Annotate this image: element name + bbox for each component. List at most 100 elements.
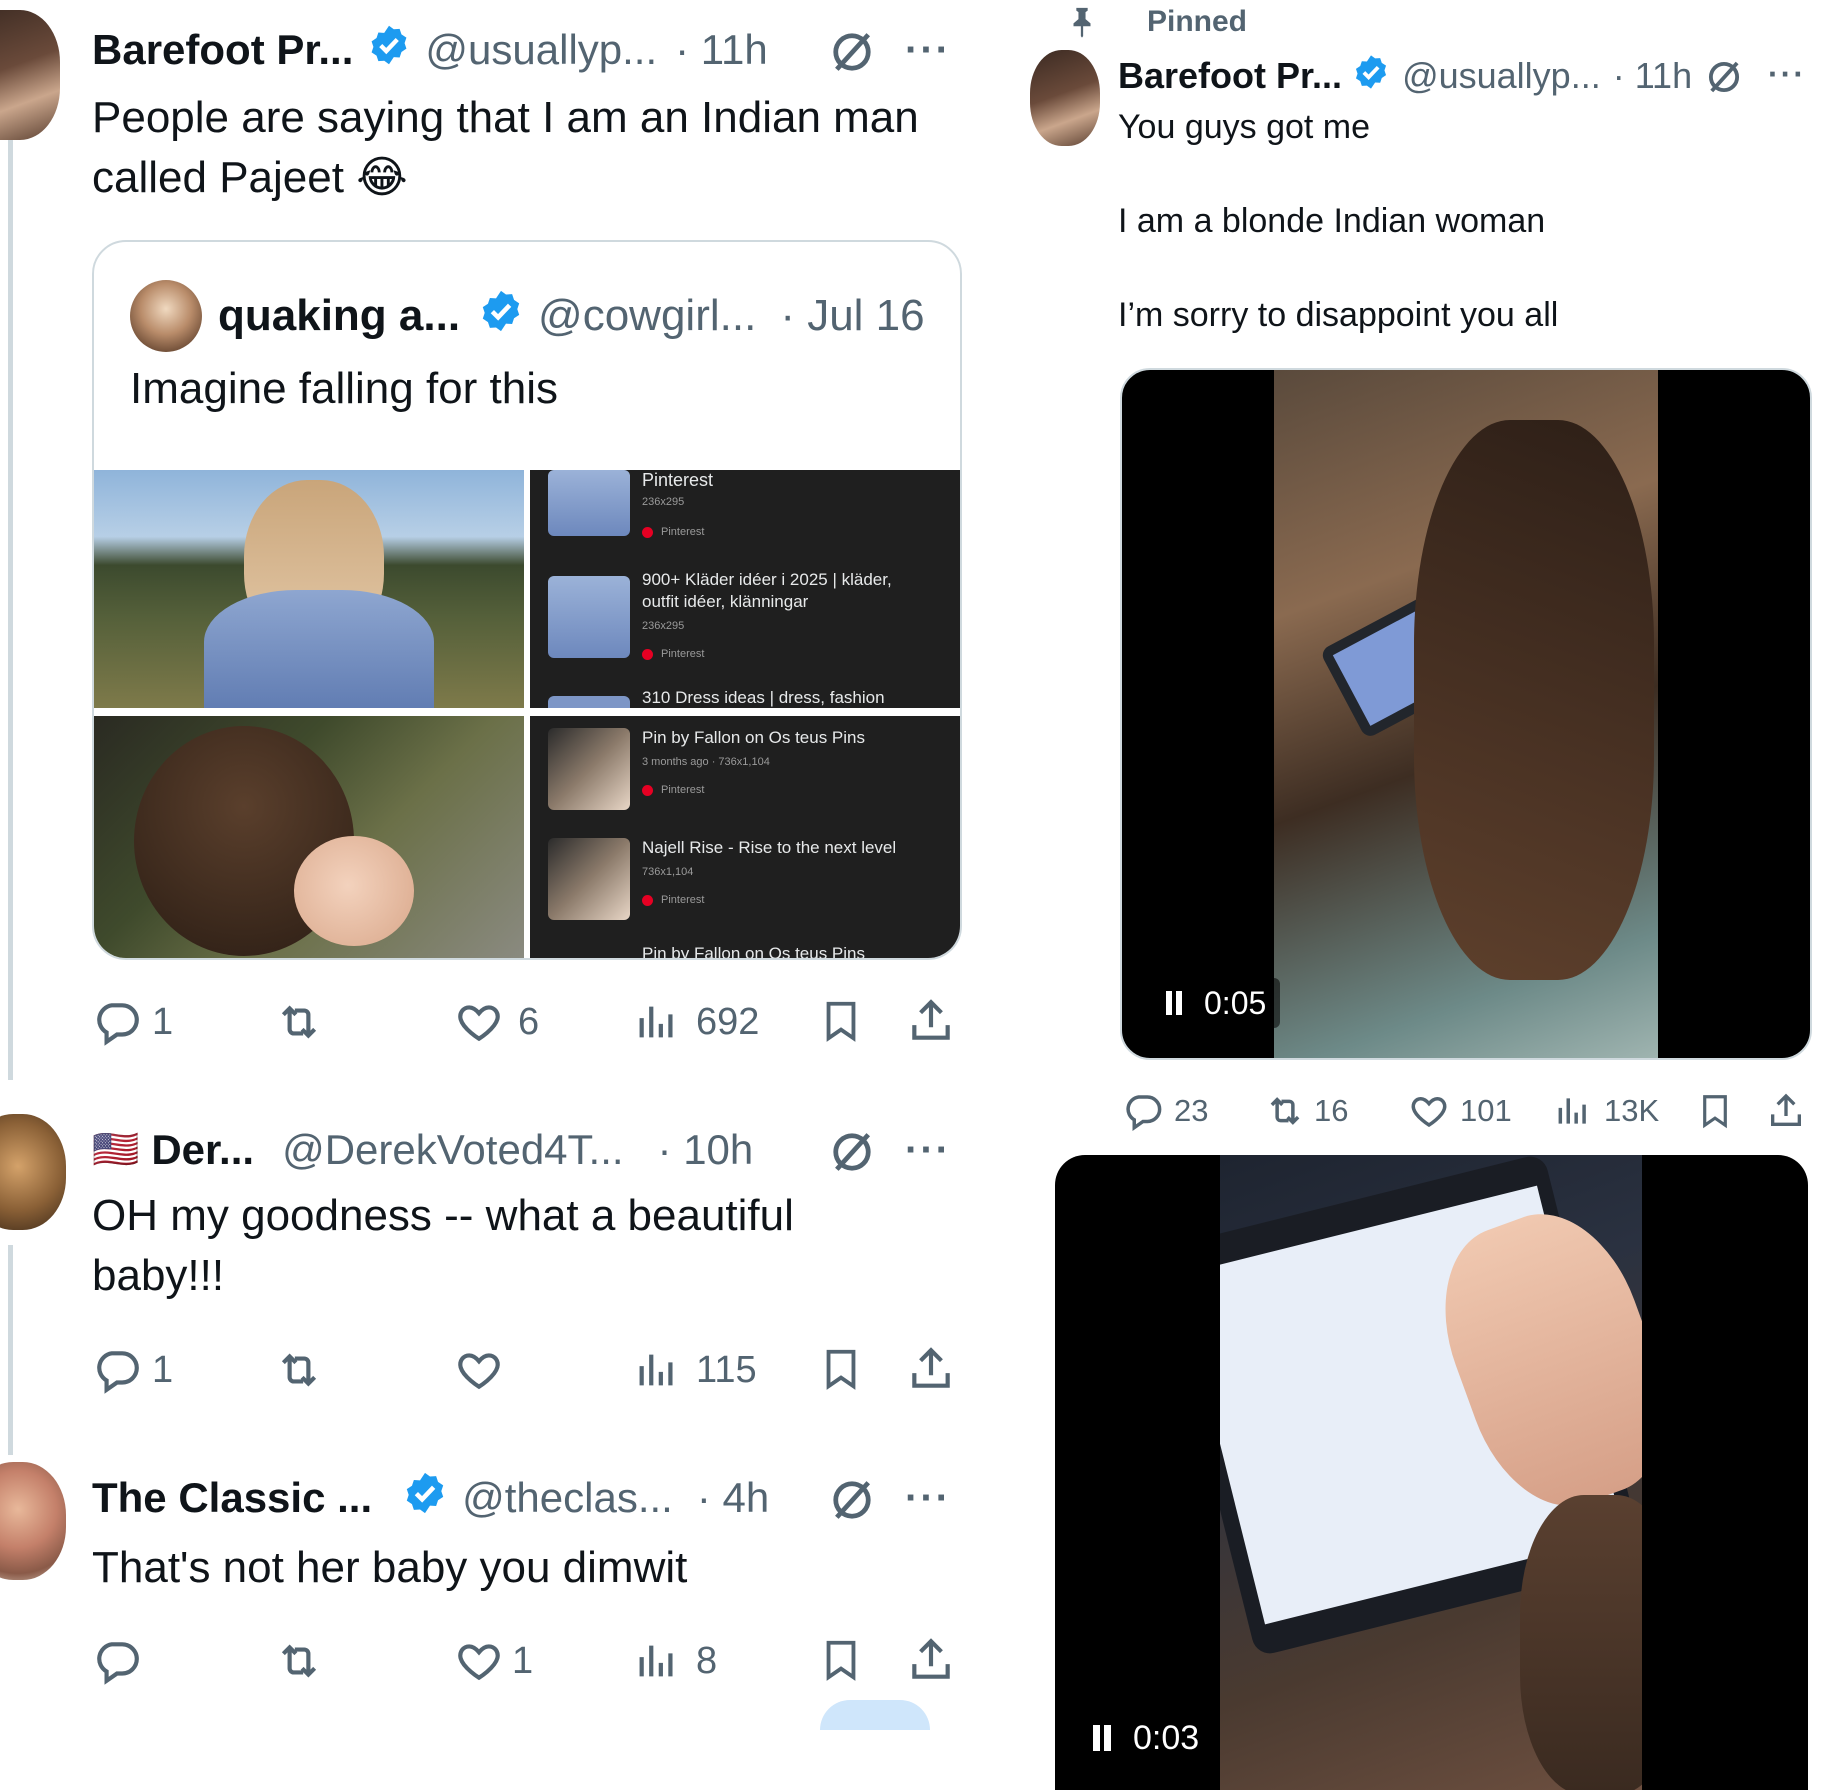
share-icon [912,999,950,1040]
views-button[interactable]: 692 [634,997,759,1047]
pause-icon[interactable] [1093,1725,1111,1751]
more-options-icon[interactable]: ··· [905,28,951,73]
like-button[interactable]: 6 [454,997,539,1047]
retweet-button[interactable] [272,1636,326,1686]
grok-icon[interactable] [826,26,878,83]
retweet-button[interactable] [272,997,326,1047]
quote-tweet-card[interactable]: quaking a... @cowgirl... · Jul 16 Imagin… [92,240,962,960]
author-name[interactable]: Barefoot Pr... [1118,55,1342,97]
author-name[interactable]: Barefoot Pr... [92,26,353,74]
pinterest-results-top[interactable]: Pinterest 236x295 Pinterest 900+ Kläder … [530,470,960,708]
avatar[interactable] [0,1114,66,1230]
verified-badge-icon [1352,53,1390,100]
quote-author-name[interactable]: quaking a... [218,291,460,341]
author-handle[interactable]: @usuallyp... [1402,55,1601,97]
bookmark-icon [1703,1095,1727,1129]
like-button[interactable] [454,1345,504,1395]
tweet-time[interactable]: · 11h [1613,55,1692,97]
grok-icon[interactable] [826,1126,878,1183]
more-options-icon[interactable]: ··· [1768,56,1806,93]
photo-woman-outdoors[interactable] [94,470,524,708]
share-button[interactable] [906,1341,956,1397]
reply-icon [97,1003,139,1046]
bookmark-button[interactable] [1696,1088,1734,1134]
video-frame [1220,1155,1642,1790]
bookmark-icon [826,1001,856,1042]
retweet-icon [281,1353,317,1387]
bookmark-button[interactable] [818,1341,864,1397]
pinterest-icon [642,526,653,538]
quote-author-handle[interactable]: @cowgirl... [538,291,756,341]
thread-line [8,1245,13,1455]
thumbnail [548,470,630,536]
video-player-2[interactable]: 0:03 [1055,1155,1808,1790]
share-button[interactable] [1766,1088,1806,1134]
views-button[interactable]: 115 [634,1345,757,1395]
tweet-text-line1: You guys got me [1118,108,1371,146]
grok-icon[interactable] [1703,56,1745,103]
views-icon [639,1645,673,1677]
more-options-icon[interactable]: ··· [905,1476,951,1521]
new-posts-pill[interactable] [820,1700,930,1730]
share-icon [912,1347,950,1388]
us-flag-icon: 🇺🇸 [92,1129,140,1171]
bookmark-button[interactable] [818,1632,864,1688]
thumbnail [548,838,630,920]
video-duration[interactable]: 0:03 [1083,1711,1210,1765]
thread-line [8,120,13,1080]
share-button[interactable] [906,993,956,1049]
share-button[interactable] [906,1632,956,1688]
pinterest-results-bottom[interactable]: Pin by Fallon on Os teus Pins 3 months a… [530,716,960,958]
avatar[interactable] [0,10,60,140]
tweet-text-line3: I’m sorry to disappoint you all [1118,296,1559,334]
quote-avatar[interactable] [130,280,202,352]
video-duration[interactable]: 0:05 [1152,978,1281,1028]
grok-icon[interactable] [826,1474,878,1531]
heart-icon [458,1644,500,1681]
views-icon [639,1354,673,1386]
reply-button[interactable]: 1 [92,1345,173,1395]
share-icon [1771,1093,1801,1126]
retweet-button[interactable]: 16 [1262,1090,1348,1132]
retweet-button[interactable] [272,1345,326,1395]
reply-button[interactable]: 23 [1122,1090,1208,1132]
photo-woman-baby[interactable] [94,716,524,958]
tweet-time[interactable]: · 4h [697,1474,769,1522]
verified-badge-icon [367,23,411,77]
retweet-icon [281,1644,317,1678]
verified-badge-icon [402,1470,448,1526]
views-button[interactable]: 13K [1554,1090,1659,1132]
heart-icon [1411,1096,1447,1128]
thumbnail [548,576,630,658]
video-player-1[interactable]: 0:05 [1120,368,1812,1060]
avatar[interactable] [0,1462,66,1580]
views-button[interactable]: 8 [634,1636,717,1686]
quote-time[interactable]: · Jul 16 [780,291,924,341]
author-name[interactable]: Der... [151,1126,254,1174]
thumbnail [548,728,630,810]
author-handle[interactable]: @usuallyp... [425,26,657,74]
video-frame [1274,370,1658,1058]
author-handle[interactable]: @theclas... [462,1474,673,1522]
tweet-text: OH my goodness -- what a beautiful baby!… [92,1191,794,1300]
image-grid: Pinterest 236x295 Pinterest 900+ Kläder … [94,470,960,958]
author-handle[interactable]: @DerekVoted4T... [282,1126,623,1174]
like-button[interactable]: 101 [1408,1090,1512,1132]
more-options-icon[interactable]: ··· [905,1128,951,1173]
retweet-icon [281,1005,317,1039]
reply-button[interactable]: 1 [92,997,173,1047]
views-icon [639,1006,673,1038]
pause-icon[interactable] [1166,991,1182,1015]
avatar[interactable] [1030,50,1100,146]
bookmark-icon [826,1349,856,1390]
tweet-time[interactable]: · 11h [675,26,768,74]
bookmark-icon [826,1640,856,1681]
bookmark-button[interactable] [818,993,864,1049]
author-name[interactable]: The Classic ... [92,1474,372,1522]
like-button[interactable]: 1 [454,1636,533,1686]
reply-icon [97,1642,139,1685]
tweet-time[interactable]: · 10h [658,1126,754,1174]
verified-badge-icon [478,288,524,345]
reply-button[interactable] [92,1636,142,1686]
reply-icon [1126,1095,1162,1131]
